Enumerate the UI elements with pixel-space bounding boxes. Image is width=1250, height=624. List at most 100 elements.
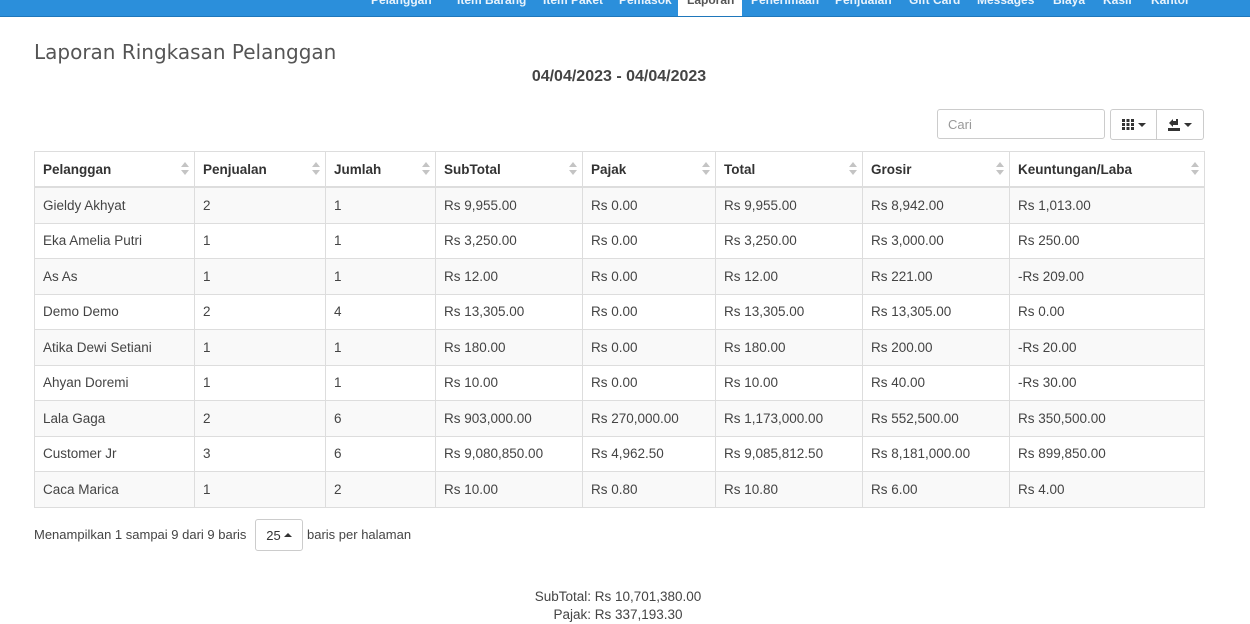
table-cell: Rs 0.00 [582,258,716,295]
column-header[interactable]: Pajak [582,151,716,188]
table-cell: Rs 0.00 [582,222,716,259]
date-range: 04/04/2023 - 04/04/2023 [531,68,707,85]
table-cell: Rs 12.00 [715,258,863,295]
column-header-label: Penjualan [203,161,267,177]
table-cell: Rs 8,942.00 [862,186,1010,224]
table-cell: As As [34,258,195,295]
table-cell: Rs 0.00 [582,329,716,366]
column-header[interactable]: Pelanggan [34,151,195,188]
table-cell: Rs 0.00 [1009,293,1205,330]
column-header[interactable]: Total [715,151,863,188]
table-cell: Rs 1,173,000.00 [715,400,863,437]
sort-icon [1191,162,1199,176]
table-cell: Rs 9,955.00 [715,186,863,224]
table-row: Ahyan Doremi 1 1 Rs 10.00 Rs 0.00 Rs 10.00 Rs … [34,364,1205,401]
nav-item-item-paket[interactable]: Item Paket [534,0,610,16]
column-header[interactable]: Jumlah [325,151,436,188]
table-row: Atika Dewi Setiani 1 1 Rs 180.00 Rs 0.00 Rs 1… [34,329,1205,366]
search-input[interactable] [937,109,1105,139]
table-header-row: Pelanggan Penjualan Jumlah SubTotal Pajak Tot… [34,151,1205,188]
export-button[interactable] [1157,109,1204,140]
table-cell: Rs 4,962.50 [582,435,716,472]
table-row: Gieldy Akhyat 2 1 Rs 9,955.00 Rs 0.00 Rs 9,95… [34,186,1205,224]
table-cell: Rs 1,013.00 [1009,186,1205,224]
table-cell: Eka Amelia Putri [34,222,195,259]
table-cell: Rs 10.00 [435,364,583,401]
export-icon [1168,119,1180,131]
table-body: Gieldy Akhyat 2 1 Rs 9,955.00 Rs 0.00 Rs 9,95… [34,186,1205,508]
nav-item-item-barang[interactable]: Item Barang [448,0,534,16]
table-cell: Rs 0.80 [582,471,716,508]
table-cell: Rs 200.00 [862,329,1010,366]
column-header[interactable]: SubTotal [435,151,583,188]
table-cell: 1 [325,329,436,366]
nav-item-gift-card[interactable]: Gift Card [900,0,968,16]
table-cell: Rs 180.00 [715,329,863,366]
table-cell: 1 [194,258,326,295]
column-header-label: Pajak [591,161,627,177]
table-row: Customer Jr 3 6 Rs 9,080,850.00 Rs 4,962.50 R… [34,435,1205,472]
chevron-down-icon [1184,122,1192,127]
table-cell: Rs 3,250.00 [435,222,583,259]
table-cell: Rs 0.00 [582,364,716,401]
nav-item-pelanggan[interactable]: Pelanggan [362,0,448,16]
sort-icon [181,162,189,176]
nav-item-messages[interactable]: Messages [968,0,1044,16]
table-cell: Rs 4.00 [1009,471,1205,508]
page-size-dropdown[interactable]: 25 [255,519,303,551]
table-cell: Rs 9,955.00 [435,186,583,224]
table-cell: Rs 180.00 [435,329,583,366]
nav-item-penjualan[interactable]: Penjualan [826,0,900,16]
nav-item-kasir[interactable]: Kasir [1094,0,1142,16]
chevron-down-icon [1137,122,1146,127]
table-cell: Lala Gaga [34,400,195,437]
columns-toggle-button[interactable] [1110,109,1157,140]
sort-icon [569,162,577,176]
sort-icon [422,162,430,176]
table-cell: Atika Dewi Setiani [34,329,195,366]
table-cell: Ahyan Doremi [34,364,195,401]
summary-subtotal: SubTotal: Rs 10,701,380.00 [534,589,702,604]
table-cell: Rs 10.00 [435,471,583,508]
top-navbar: Pelanggan Item Barang Item Paket Pemasok Lap… [0,0,1250,17]
table-cell: Rs 221.00 [862,258,1010,295]
table-cell: -Rs 30.00 [1009,364,1205,401]
nav-item-penerimaan[interactable]: Penerimaan [742,0,826,16]
table-cell: 2 [325,471,436,508]
nav-item-biaya[interactable]: Biaya [1044,0,1094,16]
column-header-label: SubTotal [444,161,501,177]
sort-icon [702,162,710,176]
table-cell: 1 [194,222,326,259]
chevron-up-icon [283,533,292,537]
nav-item-pemasok[interactable]: Pemasok [610,0,678,16]
table-toolbar [1110,109,1204,140]
table-cell: -Rs 20.00 [1009,329,1205,366]
table-cell: Rs 12.00 [435,258,583,295]
table-cell: Rs 3,250.00 [715,222,863,259]
table-cell: Rs 6.00 [862,471,1010,508]
table-cell: Gieldy Akhyat [34,186,195,224]
column-header[interactable]: Keuntungan/Laba [1009,151,1205,188]
table-cell: 1 [325,222,436,259]
summary-table: Pelanggan Penjualan Jumlah SubTotal Pajak Tot… [34,151,1205,508]
table-row: As As 1 1 Rs 12.00 Rs 0.00 Rs 12.00 Rs 221.00-… [34,258,1205,295]
nav-item-laporan[interactable]: Laporan [678,0,742,16]
table-cell: 1 [325,364,436,401]
table-cell: Rs 3,000.00 [862,222,1010,259]
table-cell: Rs 13,305.00 [715,293,863,330]
table-cell: 1 [194,471,326,508]
table-cell: Caca Marica [34,471,195,508]
table-cell: Rs 903,000.00 [435,400,583,437]
sort-icon [312,162,320,176]
column-header-label: Pelanggan [43,161,112,177]
column-header[interactable]: Grosir [862,151,1010,188]
table-row: Caca Marica 1 2 Rs 10.00 Rs 0.80 Rs 10.80 Rs 6… [34,471,1205,508]
table-cell: 1 [325,186,436,224]
table-cell: Rs 13,305.00 [435,293,583,330]
table-cell: Rs 552,500.00 [862,400,1010,437]
nav-item-kantor[interactable]: Kantor [1142,0,1194,16]
column-header[interactable]: Penjualan [194,151,326,188]
table-cell: Rs 350,500.00 [1009,400,1205,437]
column-header-label: Grosir [871,161,912,177]
table-row: Eka Amelia Putri 1 1 Rs 3,250.00 Rs 0.00 Rs 3… [34,222,1205,259]
